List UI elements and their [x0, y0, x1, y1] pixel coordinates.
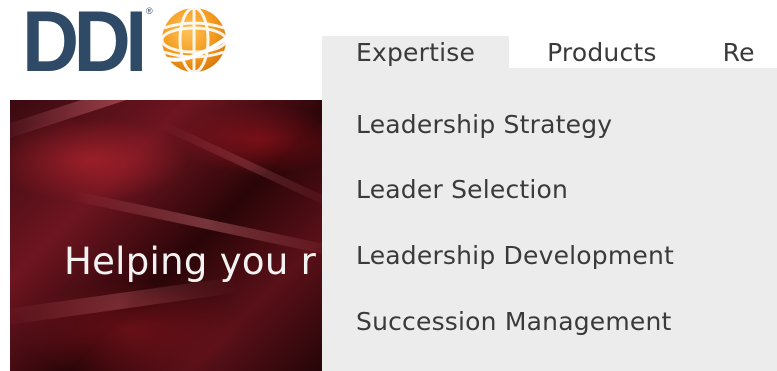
hero-streak — [10, 100, 240, 144]
expertise-dropdown-menu: Leadership Strategy Leader Selection Lea… — [322, 68, 777, 371]
top-nav: Expertise Products Re — [322, 36, 777, 68]
menu-item-leadership-development[interactable]: Leadership Development — [356, 241, 674, 270]
menu-item-leader-selection[interactable]: Leader Selection — [356, 175, 568, 204]
nav-item-expertise[interactable]: Expertise — [322, 36, 510, 68]
ddi-logo[interactable]: DDI — [22, 0, 152, 90]
nav-item-products[interactable]: Products — [509, 36, 657, 68]
menu-item-leadership-strategy[interactable]: Leadership Strategy — [356, 110, 612, 139]
hero-streak — [10, 276, 239, 326]
hero-banner: Helping you r — [10, 100, 340, 371]
nav-item-resources[interactable]: Re — [657, 36, 755, 68]
globe-icon — [154, 6, 234, 74]
hero-headline: Helping you r — [64, 240, 317, 283]
page: DDI ® Helping you r Expertise Products R… — [0, 0, 777, 371]
logo-text: DDI — [22, 0, 147, 90]
hero-streak — [158, 120, 340, 213]
menu-item-succession-management[interactable]: Succession Management — [356, 307, 672, 336]
